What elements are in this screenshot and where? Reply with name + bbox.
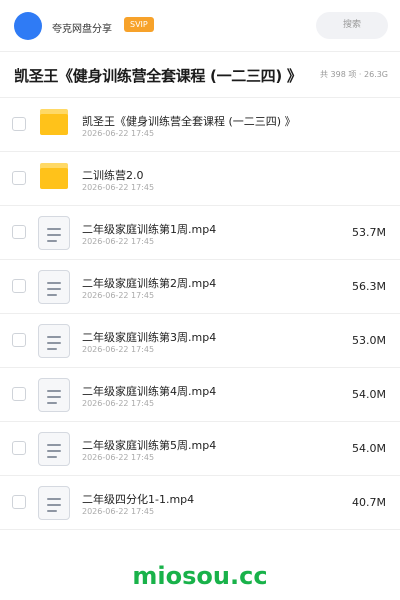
item-size: 54.0M — [352, 388, 386, 401]
watermark: miosou.cc — [132, 562, 268, 590]
file-row[interactable]: 二年级家庭训练第4周.mp4 2026-06-22 17:45 54.0M — [0, 368, 400, 422]
file-row[interactable]: 二年级家庭训练第5周.mp4 2026-06-22 17:45 54.0M — [0, 422, 400, 476]
row-checkbox[interactable] — [12, 117, 26, 131]
video-file-icon — [38, 324, 70, 358]
share-title-bar: 凯圣王《健身训练营全套课程 (一二三四) 》 共 398 项 · 26.3G — [0, 52, 400, 98]
item-size: 53.0M — [352, 334, 386, 347]
item-name[interactable]: 二年级家庭训练第1周.mp4 — [82, 221, 216, 237]
item-date: 2026-06-22 17:45 — [82, 507, 155, 516]
item-size: 53.7M — [352, 226, 386, 239]
item-size: 56.3M — [352, 280, 386, 293]
svip-badge: SVIP — [124, 17, 154, 32]
row-checkbox[interactable] — [12, 171, 26, 185]
video-file-icon — [38, 270, 70, 304]
file-row[interactable]: 二年级家庭训练第2周.mp4 2026-06-22 17:45 56.3M — [0, 260, 400, 314]
brand-name: 夸克网盘分享 — [52, 24, 112, 35]
item-name[interactable]: 二年级家庭训练第3周.mp4 — [82, 329, 216, 345]
item-date: 2026-06-22 17:45 — [82, 237, 155, 246]
row-checkbox[interactable] — [12, 441, 26, 455]
row-checkbox[interactable] — [12, 387, 26, 401]
share-meta: 共 398 项 · 26.3G — [320, 70, 388, 79]
folder-icon — [40, 163, 68, 189]
row-checkbox[interactable] — [12, 495, 26, 509]
search-input[interactable]: 搜索 — [316, 12, 388, 39]
video-file-icon — [38, 216, 70, 250]
row-checkbox[interactable] — [12, 333, 26, 347]
folder-row[interactable]: 凯圣王《健身训练营全套课程 (一二三四) 》 2026-06-22 17:45 — [0, 98, 400, 152]
page-title: 凯圣王《健身训练营全套课程 (一二三四) 》 — [14, 67, 302, 85]
item-size: 54.0M — [352, 442, 386, 455]
item-date: 2026-06-22 17:45 — [82, 345, 155, 354]
item-date: 2026-06-22 17:45 — [82, 129, 155, 138]
row-checkbox[interactable] — [12, 279, 26, 293]
folder-row[interactable]: 二训练营2.0 2026-06-22 17:45 — [0, 152, 400, 206]
item-size: 40.7M — [352, 496, 386, 509]
item-date: 2026-06-22 17:45 — [82, 399, 155, 408]
item-date: 2026-06-22 17:45 — [82, 183, 155, 192]
item-name[interactable]: 二年级家庭训练第2周.mp4 — [82, 275, 216, 291]
file-row[interactable]: 二年级家庭训练第1周.mp4 2026-06-22 17:45 53.7M — [0, 206, 400, 260]
video-file-icon — [38, 432, 70, 466]
item-name[interactable]: 二年级四分化1-1.mp4 — [82, 491, 194, 507]
video-file-icon — [38, 378, 70, 412]
app-header: 夸克网盘分享 SVIP 搜索 — [0, 0, 400, 52]
file-row[interactable]: 二年级家庭训练第3周.mp4 2026-06-22 17:45 53.0M — [0, 314, 400, 368]
item-name[interactable]: 二年级家庭训练第4周.mp4 — [82, 383, 216, 399]
folder-icon — [40, 109, 68, 135]
item-name[interactable]: 凯圣王《健身训练营全套课程 (一二三四) 》 — [82, 113, 296, 129]
video-file-icon — [38, 486, 70, 520]
file-list: 凯圣王《健身训练营全套课程 (一二三四) 》 2026-06-22 17:45 二训… — [0, 98, 400, 530]
item-name[interactable]: 二训练营2.0 — [82, 167, 144, 183]
item-date: 2026-06-22 17:45 — [82, 453, 155, 462]
row-checkbox[interactable] — [12, 225, 26, 239]
item-name[interactable]: 二年级家庭训练第5周.mp4 — [82, 437, 216, 453]
avatar[interactable] — [14, 12, 42, 40]
item-date: 2026-06-22 17:45 — [82, 291, 155, 300]
file-row[interactable]: 二年级四分化1-1.mp4 2026-06-22 17:45 40.7M — [0, 476, 400, 530]
